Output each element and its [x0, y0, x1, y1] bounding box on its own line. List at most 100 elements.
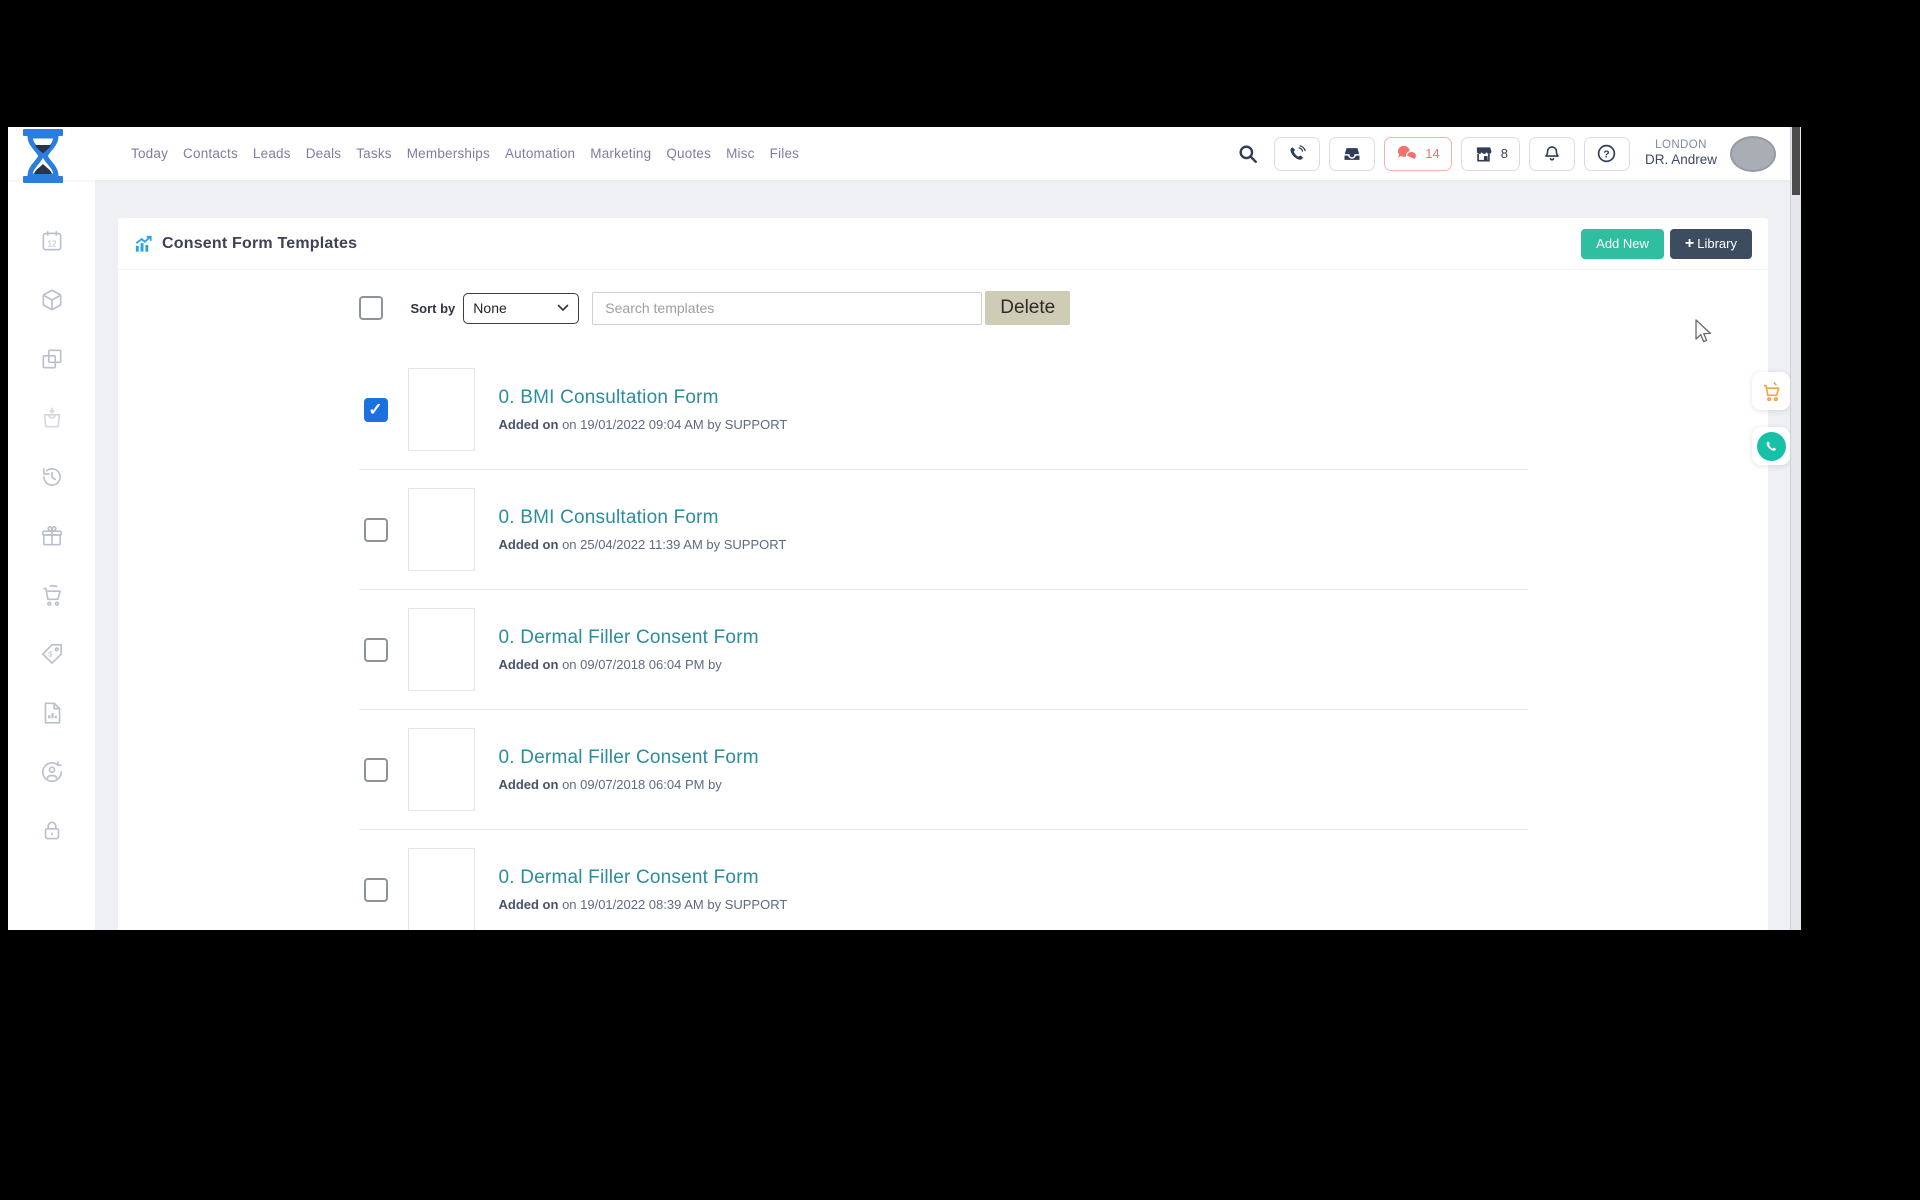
template-added-info: Added on on 25/04/2022 11:39 AM by SUPPO…: [499, 537, 787, 552]
chat-bubbles-icon: [1396, 144, 1418, 164]
phone-calls-button[interactable]: [1274, 137, 1320, 171]
cart-icon: [1760, 380, 1783, 403]
scrollbar-thumb[interactable]: [1792, 127, 1800, 195]
card-header: Consent Form Templates Add New +Library: [118, 218, 1768, 270]
inbox-button[interactable]: [1329, 137, 1375, 171]
nav-item-automation[interactable]: Automation: [505, 146, 575, 161]
nav-item-today[interactable]: Today: [131, 146, 168, 161]
template-thumbnail[interactable]: [408, 608, 475, 691]
gift-icon: [39, 523, 65, 549]
template-title-link[interactable]: 0. Dermal Filler Consent Form: [499, 867, 759, 889]
template-thumbnail[interactable]: [408, 848, 475, 930]
sidebar-item-cart[interactable]: [39, 582, 65, 608]
template-checkbox[interactable]: [364, 878, 388, 902]
store-icon: [1473, 144, 1494, 164]
nav-item-deals[interactable]: Deals: [306, 146, 342, 161]
template-row: 0. Dermal Filler Consent Form Added on o…: [359, 710, 1528, 830]
header-actions: Add New +Library: [1581, 229, 1752, 259]
sidebar-item-orders[interactable]: [39, 405, 65, 431]
avatar[interactable]: [1730, 136, 1776, 172]
chart-title-icon: [134, 235, 153, 253]
sidebar-item-pricing[interactable]: $: [39, 641, 65, 667]
nav-item-marketing[interactable]: Marketing: [590, 146, 651, 161]
sort-select-value: None: [473, 300, 506, 316]
svg-text:12: 12: [47, 239, 57, 248]
template-checkbox[interactable]: [364, 398, 388, 422]
template-checkbox[interactable]: [364, 518, 388, 542]
lock-icon: [39, 818, 65, 844]
search-templates-input[interactable]: [592, 292, 982, 325]
app-logo[interactable]: [20, 128, 66, 184]
template-checkbox[interactable]: [364, 638, 388, 662]
chevron-down-icon: [557, 304, 569, 312]
template-row: 0. Dermal Filler Consent Form Added on o…: [359, 830, 1528, 930]
main-nav: Today Contacts Leads Deals Tasks Members…: [131, 146, 799, 161]
cube-icon: [39, 287, 65, 313]
nav-item-leads[interactable]: Leads: [253, 146, 291, 161]
add-new-button[interactable]: Add New: [1581, 229, 1664, 259]
store-button[interactable]: 8: [1461, 137, 1520, 171]
sidebar-item-security[interactable]: [39, 818, 65, 844]
sort-select[interactable]: None: [463, 293, 579, 324]
copy-icon: [39, 346, 65, 372]
search-button[interactable]: [1233, 139, 1263, 169]
report-document-icon: [39, 700, 65, 726]
template-list: 0. BMI Consultation Form Added on on 19/…: [359, 350, 1528, 930]
template-thumbnail[interactable]: [408, 728, 475, 811]
hourglass-logo-icon: [20, 128, 66, 184]
phone-icon: [1287, 144, 1307, 164]
sidebar-item-reports[interactable]: [39, 700, 65, 726]
library-button[interactable]: +Library: [1670, 229, 1752, 259]
library-button-label: Library: [1697, 236, 1737, 251]
select-all-checkbox[interactable]: [359, 296, 383, 320]
help-button[interactable]: ?: [1584, 137, 1630, 171]
floating-phone-button[interactable]: [1752, 427, 1790, 465]
template-added-info: Added on on 09/07/2018 06:04 PM by: [499, 657, 759, 672]
user-info[interactable]: LONDON DR. Andrew: [1645, 138, 1717, 169]
sidebar-item-products[interactable]: [39, 287, 65, 313]
nav-item-contacts[interactable]: Contacts: [183, 146, 238, 161]
nav-item-tasks[interactable]: Tasks: [356, 146, 392, 161]
notifications-button[interactable]: [1529, 137, 1575, 171]
template-checkbox[interactable]: [364, 758, 388, 782]
sidebar-item-history[interactable]: [39, 464, 65, 490]
template-title-link[interactable]: 0. Dermal Filler Consent Form: [499, 627, 759, 649]
templates-card: Consent Form Templates Add New +Library …: [118, 218, 1768, 930]
basket-download-icon: [39, 405, 65, 431]
svg-text:$: $: [48, 650, 53, 659]
nav-item-files[interactable]: Files: [770, 146, 800, 161]
delete-button[interactable]: Delete: [985, 291, 1070, 325]
template-title-link[interactable]: 0. BMI Consultation Form: [499, 387, 719, 409]
template-title-link[interactable]: 0. Dermal Filler Consent Form: [499, 747, 759, 769]
floating-cart-button[interactable]: [1752, 372, 1790, 410]
template-row: 0. BMI Consultation Form Added on on 25/…: [359, 470, 1528, 590]
store-count-badge: 8: [1501, 146, 1508, 161]
template-added-info: Added on on 09/07/2018 06:04 PM by: [499, 777, 759, 792]
card-body: Sort by None Delete: [118, 270, 1768, 930]
sort-by-label: Sort by: [411, 301, 456, 316]
floating-buttons: [1752, 372, 1790, 465]
chat-messages-button[interactable]: 14: [1384, 137, 1451, 171]
vertical-scrollbar[interactable]: [1790, 127, 1801, 930]
nav-item-quotes[interactable]: Quotes: [666, 146, 711, 161]
sidebar-item-calendar[interactable]: 12: [39, 228, 65, 254]
sidebar-item-duplicates[interactable]: [39, 346, 65, 372]
user-name: DR. Andrew: [1645, 152, 1717, 169]
main-content: Consent Form Templates Add New +Library …: [95, 180, 1801, 930]
template-thumbnail[interactable]: [408, 368, 475, 451]
list-toolbar: Sort by None Delete: [359, 291, 1528, 325]
template-added-info: Added on on 19/01/2022 08:39 AM by SUPPO…: [499, 897, 788, 912]
template-added-info: Added on on 19/01/2022 09:04 AM by SUPPO…: [499, 417, 788, 432]
svg-text:?: ?: [1604, 148, 1610, 160]
page-title-text: Consent Form Templates: [162, 235, 357, 253]
template-title-link[interactable]: 0. BMI Consultation Form: [499, 507, 719, 529]
chat-count-badge: 14: [1425, 146, 1439, 161]
sidebar-item-gifts[interactable]: [39, 523, 65, 549]
template-thumbnail[interactable]: [408, 488, 475, 571]
sidebar-item-user-sync[interactable]: [39, 759, 65, 785]
nav-item-misc[interactable]: Misc: [726, 146, 755, 161]
nav-item-memberships[interactable]: Memberships: [407, 146, 490, 161]
phone-bubble: [1757, 432, 1786, 461]
bell-icon: [1542, 144, 1562, 164]
user-location: LONDON: [1645, 138, 1717, 152]
